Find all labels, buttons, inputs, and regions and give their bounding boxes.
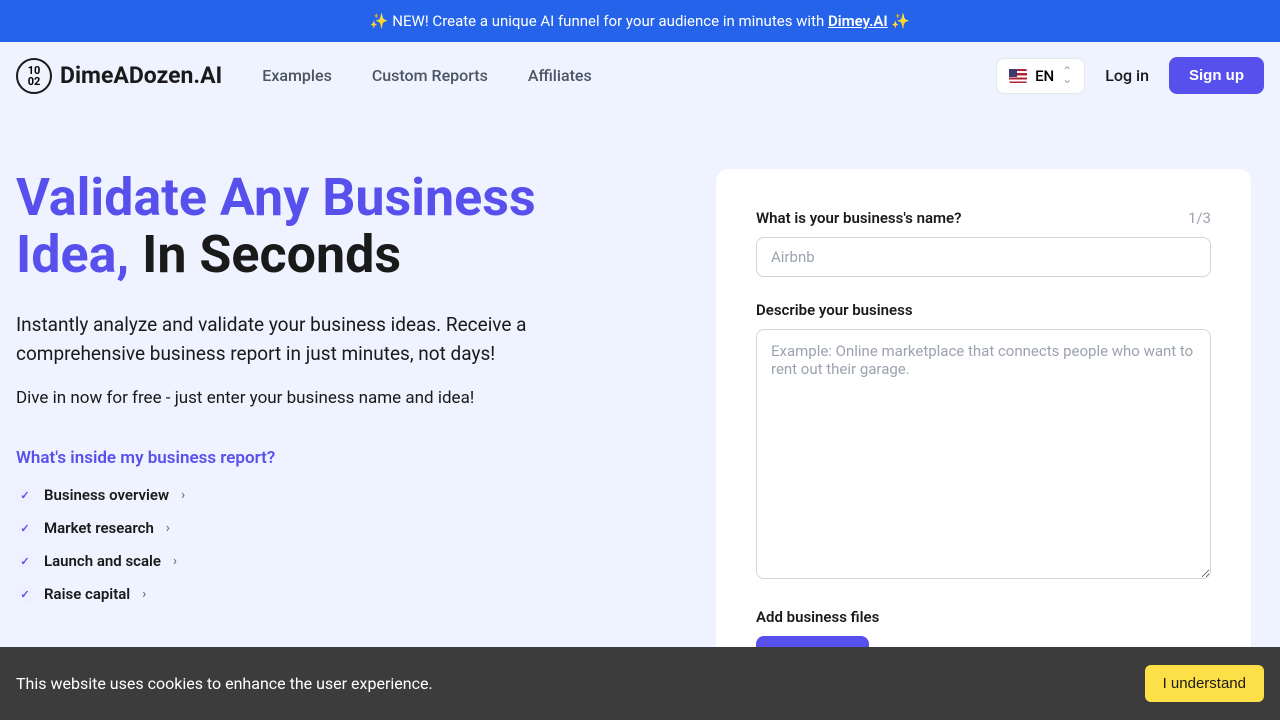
logo-icon: 1002 (16, 58, 52, 94)
headline-black: In Seconds (142, 224, 401, 285)
language-code: EN (1035, 67, 1054, 85)
nav-right: EN ⌃⌄ Log in Sign up (996, 57, 1264, 94)
cta-line: Dive in now for free - just enter your b… (16, 388, 656, 408)
chevron-updown-icon: ⌃⌄ (1062, 68, 1072, 82)
language-selector[interactable]: EN ⌃⌄ (996, 58, 1085, 94)
chevron-right-icon: › (166, 521, 170, 536)
describe-label: Describe your business (756, 301, 913, 319)
promo-banner: ✨ NEW! Create a unique AI funnel for you… (0, 0, 1280, 42)
check-icon: ✓ (16, 585, 34, 603)
feature-label: Raise capital (44, 585, 130, 603)
login-link[interactable]: Log in (1105, 66, 1149, 85)
main-content: Validate Any Business Idea, In Seconds I… (0, 109, 1280, 712)
flag-us-icon (1009, 69, 1027, 83)
feature-label: Launch and scale (44, 552, 161, 570)
feature-label: Market research (44, 519, 154, 537)
nav-links: Examples Custom Reports Affiliates (262, 66, 591, 85)
logo[interactable]: 1002 DimeADozen.AI (16, 58, 222, 94)
signup-button[interactable]: Sign up (1169, 57, 1264, 94)
chevron-right-icon: › (142, 587, 146, 602)
check-icon: ✓ (16, 552, 34, 570)
feature-market-research[interactable]: ✓ Market research › (16, 519, 656, 537)
feature-label: Business overview (44, 486, 169, 504)
hero-section: Validate Any Business Idea, In Seconds I… (16, 169, 656, 712)
step-indicator: 1/3 (1188, 209, 1211, 227)
navbar: 1002 DimeADozen.AI Examples Custom Repor… (0, 42, 1280, 109)
feature-launch-scale[interactable]: ✓ Launch and scale › (16, 552, 656, 570)
banner-prefix: ✨ NEW! Create a unique AI funnel for you… (370, 12, 828, 30)
report-header: What's inside my business report? (16, 448, 656, 468)
chevron-right-icon: › (173, 554, 177, 569)
chevron-right-icon: › (181, 488, 185, 503)
cookie-text: This website uses cookies to enhance the… (16, 674, 433, 693)
nav-affiliates[interactable]: Affiliates (528, 66, 592, 85)
banner-suffix: ✨ (888, 12, 910, 30)
cookie-banner: This website uses cookies to enhance the… (0, 647, 1280, 720)
business-name-label: What is your business's name? (756, 209, 962, 227)
files-label: Add business files (756, 608, 879, 626)
cookie-accept-button[interactable]: I understand (1145, 665, 1264, 702)
check-icon: ✓ (16, 519, 34, 537)
business-name-input[interactable] (756, 237, 1211, 277)
brand-name: DimeADozen.AI (60, 62, 222, 89)
feature-business-overview[interactable]: ✓ Business overview › (16, 486, 656, 504)
subheadline: Instantly analyze and validate your busi… (16, 311, 596, 368)
nav-custom-reports[interactable]: Custom Reports (372, 66, 488, 85)
check-icon: ✓ (16, 486, 34, 504)
nav-examples[interactable]: Examples (262, 66, 332, 85)
feature-list: ✓ Business overview › ✓ Market research … (16, 486, 656, 603)
form-section: What is your business's name? 1/3 Descri… (716, 169, 1251, 712)
headline: Validate Any Business Idea, In Seconds (16, 169, 656, 283)
describe-textarea[interactable] (756, 329, 1211, 579)
form-card: What is your business's name? 1/3 Descri… (716, 169, 1251, 712)
banner-link[interactable]: Dimey.AI (828, 12, 888, 30)
feature-raise-capital[interactable]: ✓ Raise capital › (16, 585, 656, 603)
